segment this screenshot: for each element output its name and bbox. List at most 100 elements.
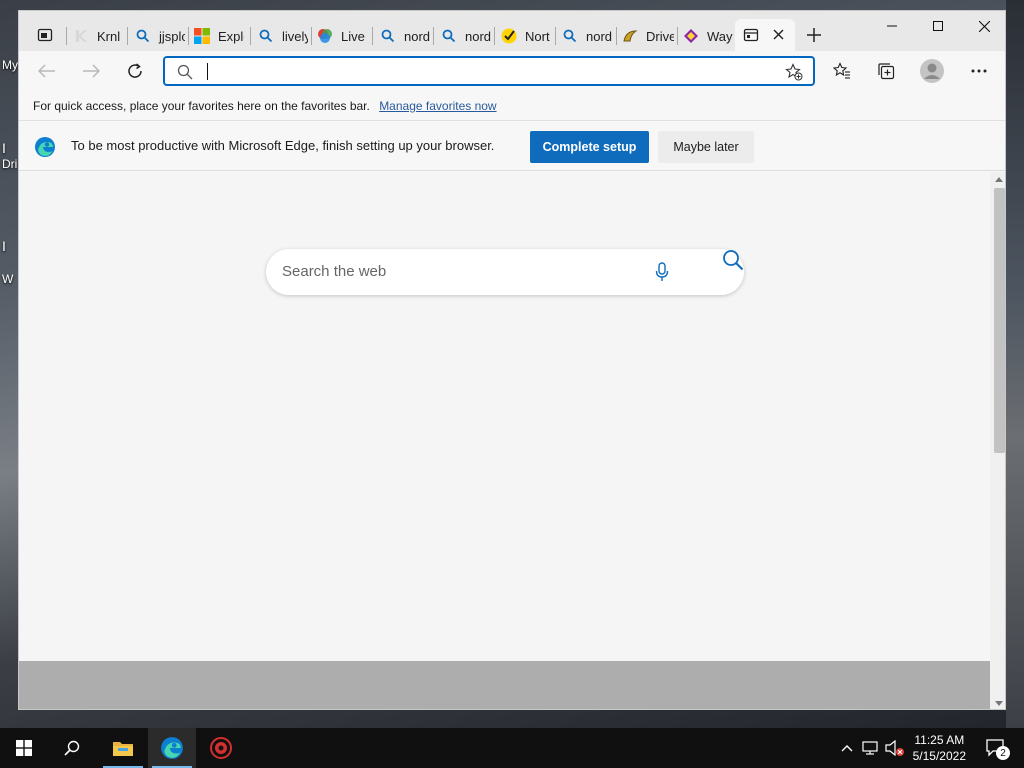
search-icon: [380, 28, 396, 44]
desktop-icon-label[interactable]: I: [2, 140, 6, 156]
search-placeholder[interactable]: Search the web: [282, 263, 386, 280]
page-footer-band: [19, 661, 990, 709]
search-icon: [64, 740, 80, 756]
favorites-star-icon: [833, 62, 850, 79]
taskbar-edge[interactable]: [148, 728, 196, 768]
tab-label: Explo: [218, 28, 244, 44]
scroll-thumb[interactable]: [994, 188, 1005, 453]
tab-norton[interactable]: Nort: [501, 23, 551, 49]
volume-status[interactable]: [884, 728, 906, 768]
clock-time: 11:25 AM: [914, 733, 965, 747]
microphone-icon[interactable]: [655, 262, 669, 282]
desktop-icon-label[interactable]: W: [2, 272, 13, 286]
tab-drive[interactable]: Drive: [622, 23, 674, 49]
more-ellipsis-icon: [971, 69, 987, 73]
krnl-icon: [73, 28, 89, 44]
taskbar-app[interactable]: [197, 728, 245, 768]
tab-search-nord[interactable]: nord: [380, 23, 430, 49]
tab-label: Krnl: [97, 28, 121, 44]
plus-icon: [807, 28, 821, 42]
tab-label: Drive: [646, 28, 674, 44]
tab-label: jjsplo: [159, 28, 185, 44]
tab-new-tab-active[interactable]: [735, 19, 795, 51]
tab-label: nord: [465, 28, 491, 44]
tab-label: Way: [707, 28, 733, 44]
maybe-later-button[interactable]: Maybe later: [658, 131, 754, 163]
windows-logo-icon: [16, 740, 32, 756]
microsoft-logo-icon: [194, 28, 210, 44]
manage-favorites-link[interactable]: Manage favorites now: [379, 99, 496, 113]
taskbar-search-button[interactable]: [48, 728, 96, 768]
tab-search-jjsploit[interactable]: jjsplo: [135, 23, 185, 49]
new-tab-page-icon: [743, 27, 759, 43]
new-tab-button[interactable]: [798, 19, 830, 51]
tab-label: Live: [341, 28, 365, 44]
drive-app-icon: [622, 28, 638, 44]
scroll-up-arrow-icon[interactable]: [995, 176, 1003, 182]
close-tab-icon[interactable]: [773, 28, 784, 43]
clock-date: 5/15/2022: [912, 749, 966, 763]
back-button[interactable]: [31, 55, 63, 87]
settings-more-button[interactable]: [963, 55, 995, 87]
address-bar[interactable]: [163, 56, 815, 86]
new-tab-page: Search the web: [19, 172, 990, 709]
add-favorite-icon[interactable]: [785, 63, 803, 81]
complete-setup-button[interactable]: Complete setup: [530, 131, 649, 163]
notification-count-badge: 2: [996, 746, 1010, 760]
maximize-button[interactable]: [915, 11, 961, 41]
tab-label: nord: [404, 28, 430, 44]
chevron-up-icon: [841, 745, 853, 752]
navigation-toolbar: [19, 51, 1005, 91]
tab-search-lively[interactable]: lively: [258, 23, 308, 49]
collections-icon: [878, 63, 895, 80]
tab-krnl[interactable]: Krnl: [73, 23, 125, 49]
close-window-button[interactable]: [961, 11, 1005, 41]
tab-search-nord[interactable]: nord: [562, 23, 612, 49]
setup-infobar: To be most productive with Microsoft Edg…: [19, 122, 1005, 171]
taskbar-file-explorer[interactable]: [99, 728, 147, 768]
start-button[interactable]: [0, 728, 48, 768]
search-submit-icon[interactable]: [722, 249, 744, 271]
desktop-icon-label[interactable]: I: [2, 238, 6, 254]
tab-actions-button[interactable]: [29, 19, 61, 51]
tab-way[interactable]: Way: [683, 23, 733, 49]
close-icon: [978, 20, 990, 32]
tab-microsoft-explore[interactable]: Explo: [194, 23, 244, 49]
refresh-icon: [128, 63, 142, 78]
avatar-icon: [920, 59, 944, 83]
favorites-bar-message: For quick access, place your favorites h…: [33, 99, 370, 113]
tab-actions-icon: [37, 28, 53, 42]
profile-button[interactable]: [916, 55, 948, 87]
back-arrow-icon: [38, 64, 55, 78]
desktop-icon-label[interactable]: My: [2, 58, 18, 72]
search-icon: [177, 64, 193, 80]
edge-logo-icon: [35, 137, 55, 157]
forward-arrow-icon: [83, 64, 100, 78]
system-clock[interactable]: 11:25 AM 5/15/2022: [913, 732, 966, 764]
forward-button[interactable]: [75, 55, 107, 87]
scroll-down-arrow-icon[interactable]: [995, 701, 1003, 707]
volume-muted-icon: [885, 740, 904, 756]
infobar-message: To be most productive with Microsoft Edg…: [71, 138, 495, 153]
edge-logo-icon: [161, 737, 183, 759]
desktop-wallpaper: [1006, 0, 1024, 728]
taskbar: 11:25 AM 5/15/2022 2: [0, 728, 1024, 768]
web-search-box[interactable]: Search the web: [266, 249, 744, 295]
search-icon: [258, 28, 274, 44]
vertical-scrollbar[interactable]: [990, 172, 1005, 709]
tab-label: lively: [282, 28, 308, 44]
maximize-icon: [933, 21, 943, 31]
desktop-icon-label[interactable]: Dri: [2, 157, 17, 171]
notification-center-button[interactable]: 2: [976, 728, 1016, 768]
tab-label: Nort: [525, 28, 550, 44]
network-status[interactable]: [860, 728, 882, 768]
collections-button[interactable]: [870, 55, 902, 87]
minimize-button[interactable]: [869, 11, 915, 41]
tab-lively-wallpaper[interactable]: Live: [317, 23, 367, 49]
show-hidden-icons-button[interactable]: [838, 728, 856, 768]
tab-search-nord[interactable]: nord: [441, 23, 491, 49]
favorites-button[interactable]: [826, 55, 858, 87]
lively-wallpaper-icon: [317, 28, 333, 44]
search-icon: [135, 28, 151, 44]
refresh-button[interactable]: [119, 55, 151, 87]
